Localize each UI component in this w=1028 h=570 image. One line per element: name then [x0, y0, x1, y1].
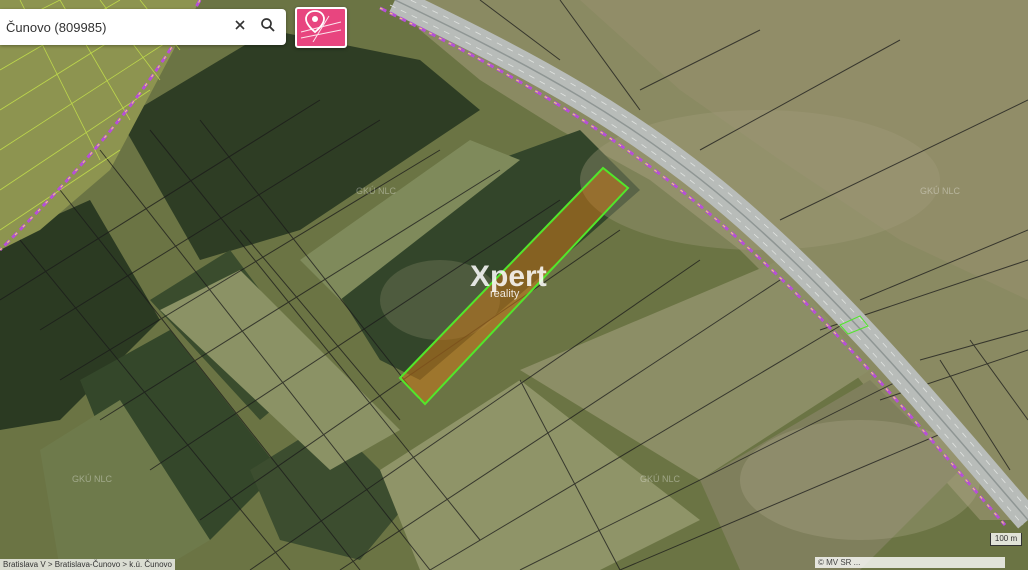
parcel-pin-icon — [299, 8, 343, 47]
tile-watermark: GKÚ NLC — [356, 186, 397, 196]
clear-button[interactable] — [226, 9, 254, 45]
tile-watermark: GKÚ NLC — [72, 474, 113, 484]
tile-watermark: GKÚ NLC — [640, 474, 681, 484]
xpert-logo: Xpert reality — [470, 262, 547, 301]
close-icon — [234, 18, 246, 36]
tile-watermark: GKÚ NLC — [920, 186, 961, 196]
search-input[interactable] — [0, 8, 226, 46]
search-button[interactable] — [254, 9, 282, 45]
breadcrumb[interactable]: Bratislava V > Bratislava-Čunovo > k.ú. … — [0, 559, 175, 570]
parcel-layer-button[interactable] — [295, 7, 347, 48]
map-attribution[interactable]: © MV SR ... — [815, 557, 1005, 568]
search-icon — [260, 17, 276, 38]
search-bar — [0, 8, 286, 46]
map-scale: 100 m — [990, 533, 1022, 546]
